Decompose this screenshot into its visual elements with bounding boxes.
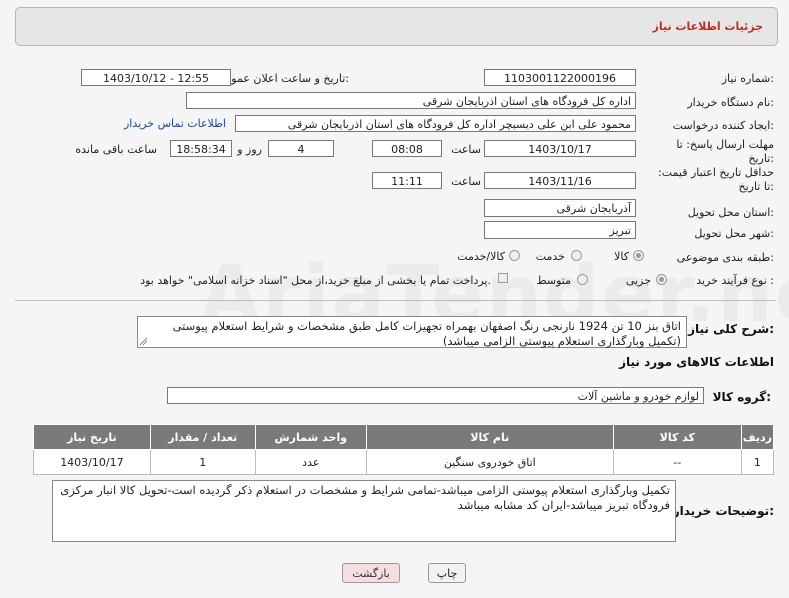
process-radio-minor[interactable] [656, 274, 667, 285]
cell-name: اتاق خودروی سنگین [365, 449, 614, 475]
announce-datetime-label: تاریخ و ساعت اعلان عمومی: [216, 72, 349, 85]
delivery-province-label: استان محل تحویل: [687, 206, 774, 219]
category-radio-goods[interactable] [633, 250, 644, 261]
resize-handle-icon[interactable] [139, 337, 148, 346]
buyer-notes-textarea: تکمیل وبارگذاری استعلام پیوستی الزامی می… [52, 480, 676, 542]
category-option-goods: کالا [614, 250, 629, 263]
remaining-label: ساعت باقی مانده [75, 143, 157, 156]
buyer-notes-label: توضیحات خریدار: [672, 504, 774, 518]
reply-deadline-date: 1403/10/17 [484, 140, 636, 157]
process-option-minor: جزیی [625, 274, 651, 287]
goods-section-title: اطلاعات کالاهای مورد نیاز [619, 355, 774, 369]
need-number-field: 1103001122000196 [484, 69, 636, 86]
treasury-payment-checkbox[interactable] [498, 273, 508, 283]
process-type-label: نوع فرآیند خرید : [696, 274, 774, 287]
announce-datetime-field: 1403/10/12 - 12:55 [81, 69, 231, 86]
goods-group-field: لوازم خودرو و ماشین آلات [167, 387, 704, 404]
need-number-label: شماره نیاز: [721, 72, 774, 85]
price-validity-date: 1403/11/16 [484, 172, 636, 189]
cell-row: 1 [740, 449, 775, 475]
cell-code: -- [612, 449, 742, 475]
buyer-org-field: اداره کل فرودگاه های استان اذربایجان شرق… [186, 92, 636, 109]
price-validity-time: 11:11 [372, 172, 442, 189]
col-date-header: تاریخ نیاز [33, 424, 151, 450]
remaining-time-field: 18:58:34 [170, 140, 232, 157]
table-header-row: ردیف کد کالا نام کالا واحد شمارش تعداد /… [33, 424, 775, 450]
buyer-contact-link[interactable]: اطلاعات تماس خریدار [124, 117, 226, 130]
reply-deadline-label: مهلت ارسال پاسخ: تا تاریخ: [676, 138, 774, 165]
description-textarea: اتاق بنز 10 تن 1924 نارنجی رنگ اصفهان به… [137, 316, 687, 348]
goods-group-label: گروه کالا: [712, 390, 771, 404]
back-button[interactable]: بازگشت [342, 563, 400, 583]
goods-table: ردیف کد کالا نام کالا واحد شمارش تعداد /… [33, 424, 775, 475]
category-option-service: خدمت [535, 250, 565, 263]
col-unit-header: واحد شمارش [254, 424, 367, 450]
category-radio-goods-service[interactable] [509, 250, 520, 261]
cell-qty: 1 [149, 449, 256, 475]
cell-date: 1403/10/17 [33, 449, 151, 475]
process-option-medium: متوسط [536, 274, 571, 287]
reply-deadline-time: 08:08 [372, 140, 442, 157]
days-label: روز و [237, 143, 262, 156]
requester-label: ایجاد کننده درخواست: [672, 119, 774, 132]
delivery-city-field: تبریز [484, 221, 636, 239]
cell-unit: عدد [254, 449, 367, 475]
price-validity-label: حداقل تاریخ اعتبار قیمت: تا تاریخ: [658, 166, 774, 193]
col-code-header: کد کالا [612, 424, 742, 450]
buyer-org-label: نام دستگاه خریدار: [687, 96, 774, 109]
treasury-payment-note: پرداخت تمام یا بخشی از مبلغ خرید،از محل … [140, 274, 491, 287]
category-label: طبقه بندی موضوعی: [676, 251, 774, 264]
requester-field: محمود علی ابن علی دیسیچر اداره کل فرودگا… [235, 115, 636, 132]
category-radio-service[interactable] [571, 250, 582, 261]
delivery-city-label: شهر محل تحویل: [694, 227, 774, 240]
reply-days-field: 4 [268, 140, 334, 157]
description-label: شرح کلی نیاز: [688, 322, 774, 336]
col-qty-header: تعداد / مقدار [149, 424, 256, 450]
delivery-province-field: آذربایجان شرقی [484, 199, 636, 217]
process-radio-medium[interactable] [577, 274, 588, 285]
table-row: 1 -- اتاق خودروی سنگین عدد 1 1403/10/17 [33, 449, 775, 475]
col-row-header: ردیف [740, 424, 775, 450]
header-panel: جزئیات اطلاعات نیاز [15, 7, 778, 46]
category-option-goods-service: کالا/خدمت [457, 250, 505, 263]
section-divider [15, 300, 776, 301]
page-title: جزئیات اطلاعات نیاز [652, 20, 764, 33]
col-name-header: نام کالا [365, 424, 614, 450]
reply-time-label: ساعت [451, 143, 481, 156]
price-time-label: ساعت [451, 175, 481, 188]
print-button[interactable]: چاپ [428, 563, 466, 583]
